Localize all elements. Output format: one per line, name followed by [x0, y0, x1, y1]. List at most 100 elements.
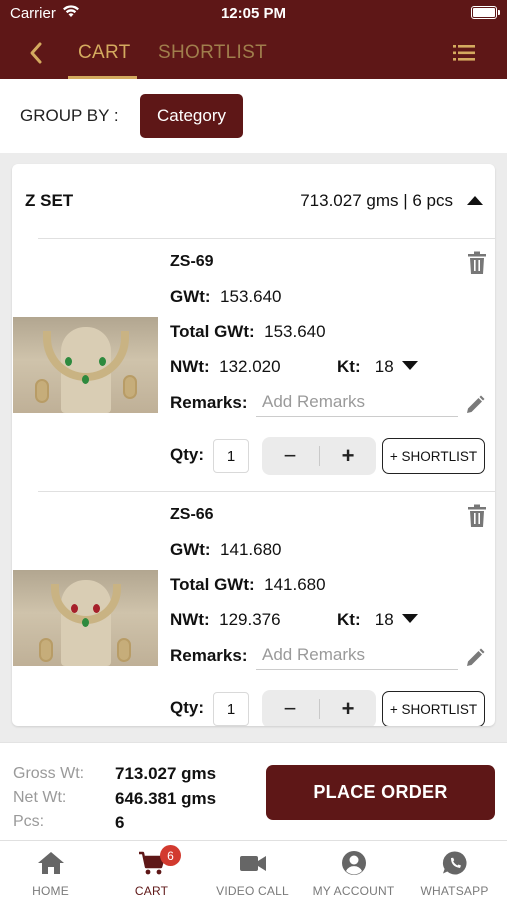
gwt-value: 153.640 [220, 287, 282, 306]
place-order-button[interactable]: PLACE ORDER [266, 765, 495, 820]
group-by-label: GROUP BY : [20, 106, 119, 125]
pencil-icon[interactable] [465, 395, 485, 415]
total-gwt-row: Total GWt: 153.640 [170, 322, 326, 342]
pencil-icon[interactable] [465, 648, 485, 668]
gwt-value: 141.680 [220, 540, 282, 559]
group-summary: 713.027 gms | 6 pcs [300, 191, 453, 210]
trash-icon[interactable] [467, 504, 487, 528]
earring-shape [39, 638, 53, 662]
remarks-label: Remarks: [170, 393, 248, 412]
tab-label: MY ACCOUNT [312, 884, 395, 898]
tab-label: WHATSAPP [420, 884, 489, 898]
nav-bar: CART SHORTLIST [0, 28, 507, 79]
product-image[interactable] [13, 570, 158, 666]
nwt-value: 129.376 [219, 610, 281, 629]
product-image[interactable] [13, 317, 158, 413]
tab-label: HOME [32, 884, 69, 898]
nwt-row: NWt: 129.376 [170, 610, 281, 630]
chevron-down-icon [401, 361, 418, 370]
kt-value: 18 [374, 610, 394, 629]
item-code: ZS-69 [170, 253, 214, 270]
whatsapp-icon [442, 851, 467, 875]
qty-label: Qty: [170, 698, 204, 717]
earring-shape [35, 379, 49, 403]
quantity-stepper: − + [262, 437, 376, 475]
add-to-shortlist-button[interactable]: + SHORTLIST [382, 691, 485, 726]
gem-shape [71, 604, 78, 613]
tab-whatsapp[interactable]: WHATSAPP [404, 841, 505, 900]
chevron-down-icon [401, 614, 418, 623]
status-bar: Carrier 12:05 PM [0, 0, 507, 28]
tab-home[interactable]: HOME [0, 841, 101, 900]
tab-label: CART [134, 884, 169, 898]
clock: 12:05 PM [220, 5, 287, 22]
cart-item: ZS-66 GWt: 141.680 Total GWt: 141.680 NW… [12, 492, 495, 726]
group-title: Z SET [25, 191, 74, 210]
tab-video-call[interactable]: VIDEO CALL [202, 841, 303, 900]
decrement-button[interactable]: − [262, 690, 318, 726]
video-camera-icon [240, 856, 266, 871]
battery-icon [471, 6, 497, 19]
cart-item: ZS-69 GWt: 153.640 Total GWt: 153.640 NW… [12, 239, 495, 492]
nwt-label: NWt: [170, 357, 210, 376]
battery-tip [498, 10, 500, 15]
order-totals: Gross Wt: 713.027 gms Net Wt: 646.381 gm… [0, 742, 507, 840]
kt-label: Kt: [337, 357, 361, 376]
net-wt-value: 646.381 gms [115, 789, 217, 808]
tab-my-account[interactable]: MY ACCOUNT [303, 841, 404, 900]
total-gwt-label: Total GWt: [170, 575, 255, 594]
qty-input[interactable] [213, 692, 249, 726]
qty-label: Qty: [170, 445, 204, 464]
caret-up-icon[interactable] [467, 196, 483, 205]
gem-shape [93, 604, 100, 613]
gross-wt-label: Gross Wt: [13, 765, 85, 782]
list-menu-icon[interactable] [453, 42, 477, 64]
karat-dropdown[interactable]: Kt: 18 [337, 357, 418, 377]
kt-value: 18 [374, 357, 394, 376]
earring-shape [117, 638, 131, 662]
remarks-input[interactable] [256, 387, 458, 417]
gem-shape [82, 618, 89, 627]
gross-wt-value: 713.027 gms [115, 764, 217, 783]
gem-shape [99, 357, 106, 366]
gwt-row: GWt: 141.680 [170, 540, 282, 560]
total-gwt-value: 141.680 [264, 575, 326, 594]
total-gwt-row: Total GWt: 141.680 [170, 575, 326, 595]
nwt-row: NWt: 132.020 [170, 357, 281, 377]
account-icon [342, 851, 366, 875]
group-card: Z SET 713.027 gms | 6 pcs ZS-69 GWt: 153… [12, 164, 495, 726]
tab-cart[interactable]: CART [78, 42, 131, 64]
increment-button[interactable]: + [320, 690, 376, 726]
home-icon [38, 852, 64, 874]
gwt-label: GWt: [170, 540, 211, 559]
gem-shape [82, 375, 89, 384]
total-gwt-value: 153.640 [264, 322, 326, 341]
pcs-label: Pcs: [13, 813, 45, 830]
decrement-button[interactable]: − [262, 437, 318, 475]
qty-input[interactable] [213, 439, 249, 473]
karat-dropdown[interactable]: Kt: 18 [337, 610, 418, 630]
group-by-bar: GROUP BY : Category [0, 79, 507, 153]
tab-label: VIDEO CALL [216, 884, 289, 898]
tab-shortlist[interactable]: SHORTLIST [158, 42, 267, 64]
total-gwt-label: Total GWt: [170, 322, 255, 341]
app-header: Carrier 12:05 PM CART SHORTLIST [0, 0, 507, 79]
tab-cart-bottom[interactable]: 6 CART [101, 841, 202, 900]
trash-icon[interactable] [467, 251, 487, 275]
gem-shape [65, 357, 72, 366]
add-to-shortlist-button[interactable]: + SHORTLIST [382, 438, 485, 474]
pcs-value: 6 [115, 813, 125, 832]
remarks-input[interactable] [256, 640, 458, 670]
group-header[interactable]: Z SET 713.027 gms | 6 pcs [12, 164, 495, 238]
net-wt-label: Net Wt: [13, 789, 67, 806]
increment-button[interactable]: + [320, 437, 376, 475]
gwt-label: GWt: [170, 287, 211, 306]
gwt-row: GWt: 153.640 [170, 287, 282, 307]
earring-shape [123, 375, 137, 399]
bottom-tab-bar: HOME 6 CART VIDEO CALL MY ACCOUNT WHATSA… [0, 840, 507, 900]
remarks-label: Remarks: [170, 646, 248, 665]
kt-label: Kt: [337, 610, 361, 629]
chevron-left-icon[interactable] [22, 38, 52, 68]
group-by-category-button[interactable]: Category [140, 94, 243, 138]
nwt-label: NWt: [170, 610, 210, 629]
